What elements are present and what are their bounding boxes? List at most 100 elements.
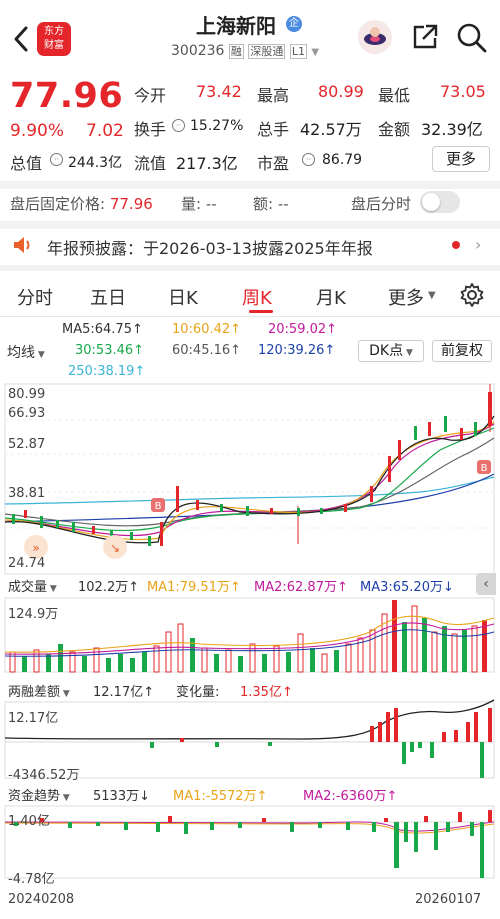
kline-axis-high: 80.99: [8, 387, 46, 402]
avatar[interactable]: [358, 20, 392, 54]
divider: [0, 181, 500, 189]
more-button[interactable]: 更多: [432, 146, 490, 172]
stock-chart[interactable]: B B » ↘: [0, 382, 500, 904]
stock-code: 300236: [171, 43, 225, 59]
flow-axis-bottom: -4.78亿: [8, 872, 55, 887]
margin-axis-bottom: -4346.52万: [8, 768, 80, 783]
stat-value-turnover: 15.27%: [190, 118, 244, 134]
svg-text:»: »: [32, 541, 39, 555]
margin-axis-top: 12.17亿: [8, 711, 59, 726]
connect-tag: 深股通: [248, 44, 286, 59]
tab-more[interactable]: 更多: [388, 284, 424, 310]
after-intraday-toggle[interactable]: [420, 191, 460, 213]
back-icon[interactable]: [10, 24, 32, 54]
svg-text:B: B: [481, 463, 488, 474]
volume-axis-top: 124.9万: [8, 607, 59, 622]
ma-selector[interactable]: 均线 ▼: [7, 342, 45, 362]
adjust-button[interactable]: 前复权: [432, 340, 492, 362]
change-percent: 9.90%: [10, 121, 65, 141]
volume-label: 成交量: [8, 580, 48, 595]
info-icon[interactable]: ··: [50, 153, 63, 166]
settings-icon[interactable]: [459, 282, 485, 308]
fixed-price-label: 盘后固定价格:: [10, 195, 106, 213]
stat-value-float: 217.3亿: [176, 154, 238, 173]
ma60-label: 60:45.16↑: [172, 343, 242, 358]
stat-label-float: 流值: [134, 154, 167, 173]
candlesticks: [12, 384, 492, 546]
margin-bars: [150, 708, 492, 778]
date-end: 20260107: [415, 892, 482, 907]
after-volume-label: 量:: [181, 195, 202, 213]
caret-down-icon: ▼: [428, 290, 436, 301]
dk-point-label: DK点: [369, 343, 404, 359]
stock-title: 上海新阳: [196, 14, 276, 38]
level-tag: L1: [289, 44, 307, 59]
kline-axis-tick: 52.87: [8, 437, 46, 452]
kline-axis-low: 24.74: [8, 556, 46, 571]
margin-label: 两融差额: [8, 685, 61, 700]
tab-active-indicator: [249, 310, 273, 313]
flow-axis-top: 1.40亿: [8, 814, 50, 829]
volume-panel[interactable]: [4, 597, 495, 673]
after-amount-value: --: [277, 195, 289, 213]
ma30-label: 30:53.46↑: [75, 343, 145, 358]
svg-text:B: B: [155, 501, 162, 512]
flow-bars: [14, 810, 492, 878]
flow-ma2: MA2:-6360万↑: [303, 789, 398, 804]
stat-label-mktcap: 总值: [10, 154, 43, 173]
kline-axis-tick: 38.81: [8, 486, 46, 501]
notice-text[interactable]: 年报预披露：于2026-03-13披露2025年年报: [47, 235, 373, 259]
ma-selector-label: 均线: [7, 345, 35, 361]
after-amount: 额: --: [253, 193, 289, 214]
tab-weekly-k[interactable]: 周K: [242, 284, 272, 310]
tab-five-day[interactable]: 五日: [90, 284, 126, 310]
chevron-down-icon[interactable]: ▼: [311, 47, 319, 58]
stat-label-open: 今开: [134, 86, 167, 105]
collapse-panel-button[interactable]: ‹: [476, 573, 496, 595]
info-icon[interactable]: ··: [172, 119, 185, 132]
volume-selector[interactable]: 成交量 ▼: [8, 576, 57, 595]
ma20-label: 20:59.02↑: [268, 322, 338, 337]
stat-value-amount: 32.39亿: [421, 120, 483, 139]
flow-label: 资金趋势: [8, 789, 61, 804]
enterprise-badge: 企: [286, 16, 302, 32]
flow-selector[interactable]: 资金趋势 ▼: [8, 785, 70, 804]
search-icon[interactable]: [456, 22, 488, 54]
after-volume-value: --: [205, 195, 217, 213]
tab-monthly-k[interactable]: 月K: [316, 284, 346, 310]
volume-ma1: MA1:79.51万↑: [147, 580, 241, 595]
tab-daily-k[interactable]: 日K: [168, 284, 198, 310]
kline-panel[interactable]: B B » ↘: [4, 383, 495, 575]
svg-text:↘: ↘: [110, 541, 120, 555]
margin-change-value: 1.35亿↑: [240, 685, 293, 700]
stat-value-high: 80.99: [318, 82, 364, 101]
speaker-icon: [12, 236, 34, 254]
margin-change-label: 变化量:: [176, 685, 220, 700]
ma10-label: 10:60.42↑: [172, 322, 242, 337]
date-start: 20240208: [8, 892, 75, 907]
volume-ma2: MA2:62.87万↑: [254, 580, 348, 595]
stat-label-amount: 金额: [378, 120, 411, 139]
margin-selector[interactable]: 两融差额 ▼: [8, 681, 70, 700]
stat-label-pe: 市盈: [257, 154, 290, 173]
stat-label-turnover: 换手: [134, 120, 167, 139]
dk-point-button[interactable]: DK点 ▼: [358, 340, 424, 362]
info-icon[interactable]: ··: [302, 153, 315, 166]
tab-intraday[interactable]: 分时: [17, 284, 53, 310]
stat-value-mktcap: 244.3亿: [68, 155, 123, 171]
after-amount-label: 额:: [253, 195, 274, 213]
margin-value: 12.17亿↑: [93, 685, 155, 700]
unread-dot: [452, 241, 460, 249]
after-intraday-label: 盘后分时: [351, 195, 412, 213]
ma120-label: 120:39.26↑: [258, 343, 336, 358]
change-amount: 7.02: [86, 121, 124, 141]
stat-value-pe: 86.79: [322, 152, 363, 168]
volume-value: 102.2万↑: [78, 580, 140, 595]
stat-label-high: 最高: [257, 86, 290, 105]
stat-value-low: 73.05: [440, 82, 486, 101]
flow-panel[interactable]: [4, 805, 495, 879]
chevron-right-icon[interactable]: ›: [475, 235, 481, 254]
share-icon[interactable]: [410, 22, 440, 52]
stat-value-volume: 42.57万: [300, 120, 362, 139]
flow-ma1: MA1:-5572万↑: [173, 789, 268, 804]
